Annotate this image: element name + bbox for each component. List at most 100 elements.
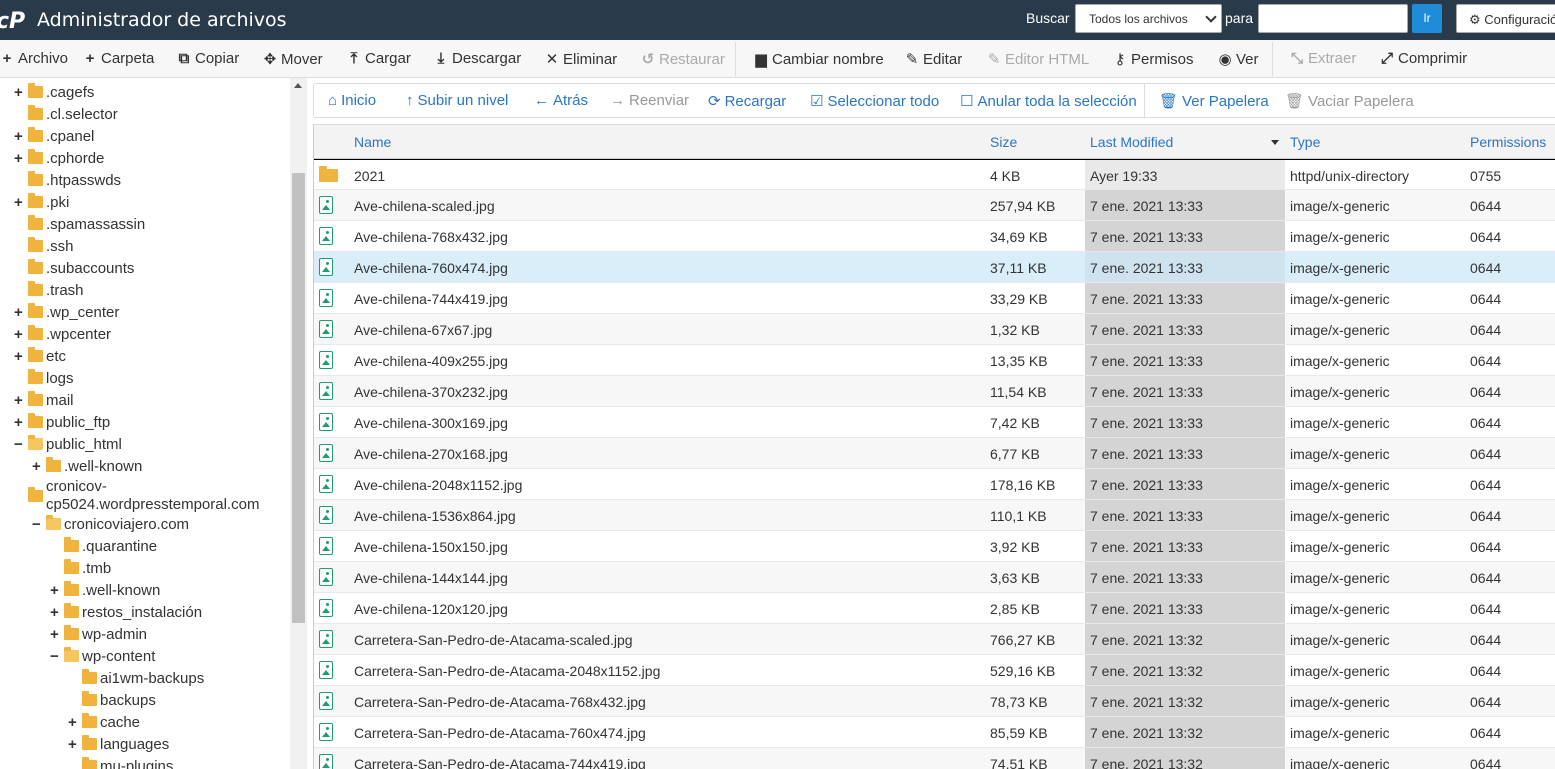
toolbar-editor-html-button[interactable]: ✎ Editor HTML	[987, 50, 1089, 68]
tree-folder-item[interactable]: logs	[28, 369, 74, 388]
column-type[interactable]: Type	[1290, 134, 1320, 150]
table-row[interactable]: Ave-chilena-67x67.jpg 1,32 KB 7 ene. 2021 …	[314, 314, 1555, 345]
expand-icon[interactable]: +	[32, 458, 41, 476]
collapse-icon[interactable]: −	[32, 516, 41, 534]
toolbar-restaurar-button[interactable]: ↺ Restaurar	[641, 50, 725, 68]
tree-folder-item[interactable]: − wp-content	[50, 647, 155, 666]
tree-folder-item[interactable]: .tmb	[64, 559, 111, 578]
search-go-button[interactable]: Ir	[1412, 4, 1442, 33]
expand-icon[interactable]: +	[14, 392, 23, 410]
toolbar-cambiar-nombre-button[interactable]: ▆ Cambiar nombre	[754, 50, 884, 68]
nav-subir-un-nivel-button[interactable]: ↑ Subir un nivel	[406, 92, 508, 109]
tree-folder-item[interactable]: backups	[82, 691, 156, 710]
column-permissions[interactable]: Permissions	[1470, 134, 1546, 150]
nav-anular-toda-la-selección-button[interactable]: ☐ Anular toda la selección	[960, 92, 1137, 110]
tree-folder-item[interactable]: + cache	[68, 713, 140, 732]
toolbar-descargar-button[interactable]: ⤓ Descargar	[434, 50, 522, 67]
table-row[interactable]: Ave-chilena-270x168.jpg 6,77 KB 7 ene. 202…	[314, 438, 1555, 469]
search-input[interactable]	[1258, 4, 1408, 33]
tree-folder-item[interactable]: + wp-admin	[50, 625, 147, 644]
nav-atrás-button[interactable]: ← Atrás	[534, 92, 588, 109]
tree-folder-item[interactable]: + etc	[14, 347, 66, 366]
tree-folder-item[interactable]: + .wpcenter	[14, 325, 111, 344]
nav-recargar-button[interactable]: ⟳ Recargar	[708, 92, 786, 110]
expand-icon[interactable]: +	[14, 326, 23, 344]
toolbar-extraer-button[interactable]: ⤡ Extraer	[1290, 50, 1356, 67]
tree-folder-item[interactable]: − public_html	[14, 435, 122, 454]
toolbar-mover-button[interactable]: ✥ Mover	[263, 50, 323, 68]
table-row[interactable]: Ave-chilena-2048x1152.jpg 178,16 KB 7 ene.…	[314, 469, 1555, 500]
toolbar-comprimir-button[interactable]: ⤢ Comprimir	[1380, 50, 1467, 67]
toolbar-eliminar-button[interactable]: ✕ Eliminar	[545, 50, 617, 68]
expand-icon[interactable]: +	[14, 128, 23, 146]
column-last-modified[interactable]: Last Modified	[1090, 134, 1173, 150]
table-row[interactable]: Ave-chilena-409x255.jpg 13,35 KB 7 ene. 20…	[314, 345, 1555, 376]
tree-folder-item[interactable]: + .well-known	[32, 457, 142, 476]
table-row[interactable]: Ave-chilena-120x120.jpg 2,85 KB 7 ene. 202…	[314, 593, 1555, 624]
expand-icon[interactable]: +	[14, 348, 23, 366]
tree-folder-item[interactable]: .quarantine	[64, 537, 157, 556]
tree-folder-item[interactable]: − cronicoviajero.com	[32, 515, 189, 534]
tree-folder-item[interactable]: + .wp_center	[14, 303, 119, 322]
column-name[interactable]: Name	[354, 134, 391, 150]
toolbar-copiar-button[interactable]: ⧉ Copiar	[177, 50, 240, 67]
expand-icon[interactable]: +	[14, 414, 23, 432]
table-row[interactable]: Carretera-San-Pedro-de-Atacama-760x474.j…	[314, 717, 1555, 748]
table-row[interactable]: Ave-chilena-768x432.jpg 34,69 KB 7 ene. 20…	[314, 221, 1555, 252]
tree-folder-item[interactable]: + public_ftp	[14, 413, 110, 432]
nav-vaciar-papelera-button[interactable]: 🗑 Vaciar Papelera	[1285, 92, 1414, 110]
tree-folder-item[interactable]: + languages	[68, 735, 169, 754]
tree-folder-item[interactable]: ai1wm-backups	[82, 669, 204, 688]
tree-folder-item[interactable]: .subaccounts	[28, 259, 134, 278]
nav-ver-papelera-button[interactable]: 🗑 Ver Papelera	[1159, 92, 1269, 110]
expand-icon[interactable]: +	[14, 304, 23, 322]
tree-scroll-thumb[interactable]	[292, 173, 305, 623]
table-row[interactable]: Carretera-San-Pedro-de-Atacama-744x419.j…	[314, 748, 1555, 769]
tree-folder-item[interactable]: + mail	[14, 391, 74, 410]
table-row[interactable]: 2021 4 KB Ayer 19:33 httpd/unix-directory 07…	[314, 159, 1555, 190]
tree-folder-item[interactable]: .cl.selector	[28, 105, 118, 124]
expand-icon[interactable]: +	[50, 626, 59, 644]
nav-seleccionar-todo-button[interactable]: ☑ Seleccionar todo	[810, 92, 939, 110]
tree-folder-item[interactable]: + .cpanel	[14, 127, 94, 146]
tree-folder-item[interactable]: .spamassassin	[28, 215, 145, 234]
table-row[interactable]: Ave-chilena-744x419.jpg 33,29 KB 7 ene. 20…	[314, 283, 1555, 314]
tree-folder-item[interactable]: + restos_instalación	[50, 603, 202, 622]
table-row[interactable]: Ave-chilena-1536x864.jpg 110,1 KB 7 ene. 2…	[314, 500, 1555, 531]
search-scope-select[interactable]: Todos los archivos	[1075, 4, 1222, 33]
tree-folder-item[interactable]: .htpasswds	[28, 171, 121, 190]
expand-icon[interactable]: +	[68, 714, 77, 732]
toolbar-carpeta-button[interactable]: + Carpeta	[83, 50, 155, 67]
tree-folder-item[interactable]: mu-plugins	[82, 757, 173, 769]
toolbar-editar-button[interactable]: ✎ Editar	[905, 50, 962, 68]
expand-icon[interactable]: +	[14, 84, 23, 102]
expand-icon[interactable]: +	[14, 194, 23, 212]
tree-folder-item[interactable]: cronicov-cp5024.wordpresstemporal.com	[28, 478, 259, 514]
expand-icon[interactable]: +	[68, 736, 77, 754]
toolbar-archivo-button[interactable]: + Archivo	[0, 50, 68, 67]
tree-folder-item[interactable]: .ssh	[28, 237, 74, 256]
table-row[interactable]: Carretera-San-Pedro-de-Atacama-scaled.jp…	[314, 624, 1555, 655]
column-size[interactable]: Size	[990, 134, 1017, 150]
tree-folder-item[interactable]: .trash	[28, 281, 84, 300]
settings-button[interactable]: ⚙ Configuración	[1456, 4, 1555, 33]
table-row[interactable]: Ave-chilena-144x144.jpg 3,63 KB 7 ene. 202…	[314, 562, 1555, 593]
table-row[interactable]: Ave-chilena-760x474.jpg 37,11 KB 7 ene. 20…	[314, 252, 1555, 283]
collapse-icon[interactable]: −	[14, 436, 23, 454]
toolbar-cargar-button[interactable]: ⤒ Cargar	[347, 50, 411, 67]
scroll-up-arrow-icon[interactable]	[294, 83, 302, 88]
tree-folder-item[interactable]: + .pki	[14, 193, 69, 212]
toolbar-ver-button[interactable]: ◉ Ver	[1218, 50, 1258, 68]
collapse-icon[interactable]: −	[50, 648, 59, 666]
expand-icon[interactable]: +	[50, 604, 59, 622]
table-row[interactable]: Ave-chilena-300x169.jpg 7,42 KB 7 ene. 202…	[314, 407, 1555, 438]
table-row[interactable]: Carretera-San-Pedro-de-Atacama-2048x1152…	[314, 655, 1555, 686]
nav-reenviar-button[interactable]: → Reenviar	[610, 92, 689, 109]
toolbar-permisos-button[interactable]: ⚷ Permisos	[1113, 50, 1194, 68]
expand-icon[interactable]: +	[50, 582, 59, 600]
table-row[interactable]: Ave-chilena-150x150.jpg 3,92 KB 7 ene. 202…	[314, 531, 1555, 562]
tree-folder-item[interactable]: + .well-known	[50, 581, 160, 600]
nav-inicio-button[interactable]: ⌂ Inicio	[328, 92, 376, 109]
expand-icon[interactable]: +	[14, 150, 23, 168]
table-row[interactable]: Ave-chilena-370x232.jpg 11,54 KB 7 ene. 20…	[314, 376, 1555, 407]
